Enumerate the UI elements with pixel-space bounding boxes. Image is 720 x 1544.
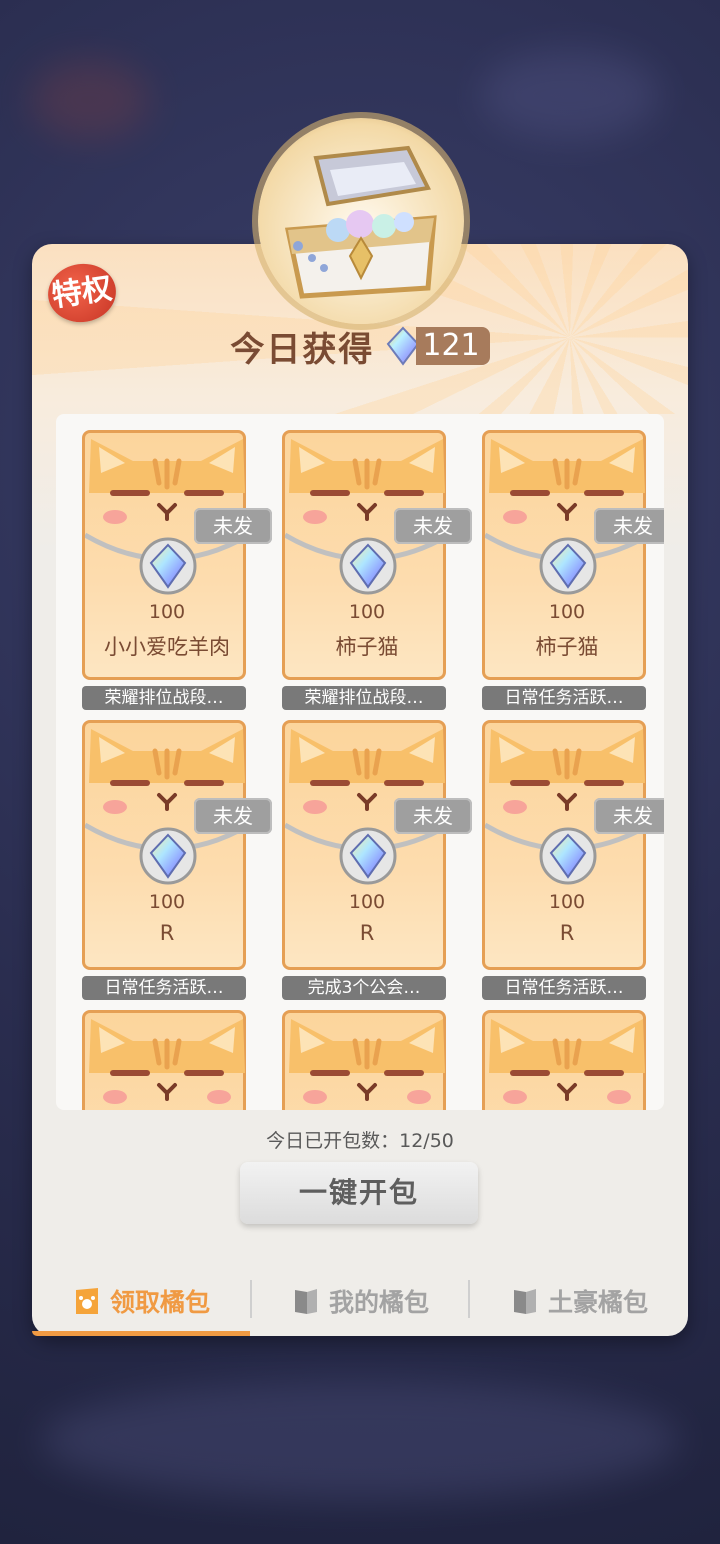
status-badge: 未发 (594, 508, 664, 544)
card-gem (139, 537, 197, 595)
card-amount: 100 (348, 891, 386, 913)
card-sender-name: 柿子猫 (535, 635, 599, 659)
card-source-label: 日常任务活跃… (482, 686, 646, 710)
card-body: 100 R (82, 720, 251, 970)
card-amount: 100 (148, 891, 186, 913)
card-sender-name: R (359, 921, 375, 945)
status-badge: 未发 (594, 798, 664, 834)
gem-icon (539, 537, 597, 595)
opened-count-label: 今日已开包数：12/50 (266, 1130, 454, 1152)
cat-face (285, 1013, 449, 1110)
background-blur (40, 1380, 680, 1500)
card-gem (539, 827, 597, 885)
status-badge: 未发 (394, 508, 472, 544)
card-sender-name: 柿子猫 (335, 635, 399, 659)
cat-face (485, 1013, 649, 1110)
card-amount: 100 (148, 601, 186, 623)
cat-face-icon (89, 1019, 245, 1104)
red-packet-card[interactable]: 100 柿子猫 未发 日常任务活跃… (482, 420, 664, 720)
tab-my-packet[interactable]: 我的橘包 (252, 1270, 468, 1332)
card-gem (339, 827, 397, 885)
red-packet-card[interactable]: 100 R 未发 日常任务活跃… (482, 710, 664, 1010)
red-packet-grid[interactable]: 100 小小爱吃羊肉 未发 荣耀排位战段… 100 柿子猫 未发 荣耀排位战段…… (56, 414, 664, 1110)
background-blur (30, 60, 150, 140)
tab-label: 我的橘包 (328, 1288, 429, 1317)
card-body: 100 R (282, 720, 451, 970)
card-amount: 100 (548, 891, 586, 913)
card-gem (139, 827, 197, 885)
today-earned-title: 今日获得 (230, 329, 375, 370)
card-sender-name: 小小爱吃羊肉 (104, 635, 230, 659)
gem-icon (339, 537, 397, 595)
gem-icon (339, 827, 397, 885)
card-body: 100 R (482, 720, 651, 970)
treasure-chest-icon (284, 145, 437, 299)
card-body: 100 柿子猫 (482, 430, 651, 680)
red-packet-card[interactable]: 100 小小爱吃羊肉 未发 荣耀排位战段… (82, 420, 272, 720)
cat-face-icon (289, 1019, 445, 1104)
status-badge: 未发 (194, 508, 272, 544)
red-packet-card[interactable] (82, 1000, 246, 1110)
tab-label: 土豪橘包 (547, 1288, 648, 1317)
card-gem (539, 537, 597, 595)
gem-icon (139, 537, 197, 595)
orange-packet-icon (75, 1288, 98, 1314)
cat-face (85, 1013, 249, 1110)
gem-icon (539, 827, 597, 885)
card-source-label: 日常任务活跃… (82, 976, 246, 1000)
gem-icon (139, 827, 197, 885)
card-gem (339, 537, 397, 595)
background-blur (480, 50, 660, 140)
active-tab-indicator (32, 1331, 250, 1336)
red-packet-card[interactable]: 100 柿子猫 未发 荣耀排位战段… (282, 420, 472, 720)
cat-face-icon (489, 1019, 645, 1104)
card-body (82, 1010, 246, 1110)
tab-label: 领取橘包 (109, 1288, 210, 1317)
red-packet-card[interactable] (482, 1000, 646, 1110)
card-source-label: 日常任务活跃… (482, 976, 646, 1000)
card-body: 100 小小爱吃羊肉 (82, 430, 251, 680)
card-body (482, 1010, 646, 1110)
card-sender-name: R (559, 921, 575, 945)
today-earned-row: 今日获得 121 (0, 324, 720, 370)
one-key-open-button[interactable]: 一键开包 (240, 1162, 478, 1224)
tab-rich-packet[interactable]: 土豪橘包 (470, 1270, 688, 1332)
card-amount: 100 (548, 601, 586, 623)
treasure-chest-emblem (258, 118, 464, 324)
tab-claim-packet[interactable]: 领取橘包 (32, 1270, 250, 1332)
status-badge: 未发 (394, 798, 472, 834)
card-amount: 100 (348, 601, 386, 623)
red-packet-card[interactable]: 100 R 未发 日常任务活跃… (82, 710, 272, 1010)
card-body: 100 柿子猫 (282, 430, 451, 680)
packet-icon (513, 1289, 536, 1314)
packet-icon (294, 1289, 317, 1314)
red-packet-card[interactable]: 100 R 未发 完成3个公会… (282, 710, 472, 1010)
card-source-label: 完成3个公会… (282, 976, 446, 1000)
card-sender-name: R (159, 921, 175, 945)
card-body (282, 1010, 446, 1110)
gem-count: 121 (416, 327, 490, 365)
red-packet-card[interactable] (282, 1000, 446, 1110)
card-source-label: 荣耀排位战段… (282, 686, 446, 710)
card-source-label: 荣耀排位战段… (82, 686, 246, 710)
tab-bar: 领取橘包 我的橘包 土豪橘包 (32, 1270, 688, 1336)
status-badge: 未发 (194, 798, 272, 834)
